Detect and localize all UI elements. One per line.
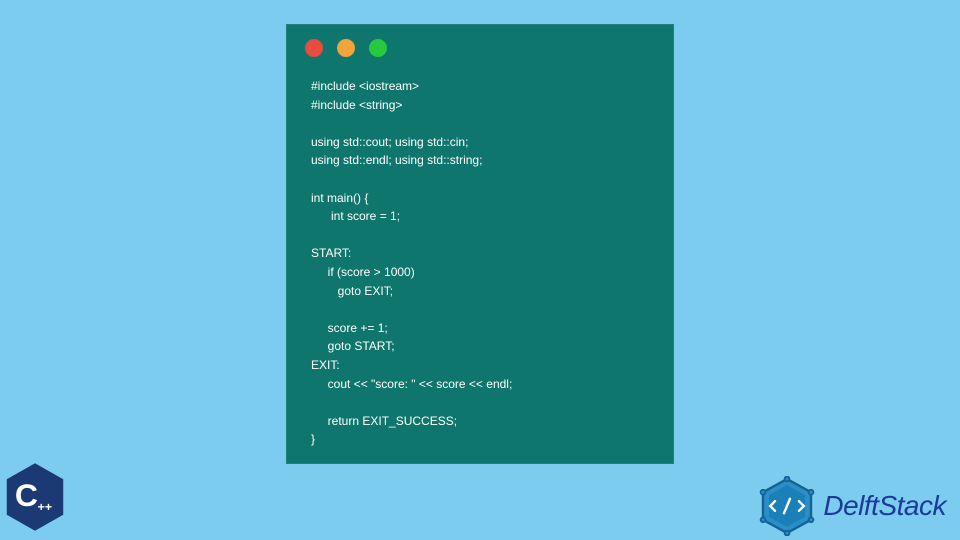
traffic-green-icon [369, 39, 387, 57]
traffic-yellow-icon [337, 39, 355, 57]
traffic-red-icon [305, 39, 323, 57]
delftstack-logo-icon [757, 476, 817, 536]
brand-name: DelftStack [823, 490, 946, 522]
code-block: #include <iostream> #include <string> us… [287, 63, 673, 463]
brand-block: DelftStack [757, 476, 946, 536]
cpp-logo-icon: C ++ [4, 462, 66, 532]
cpp-letter: C [15, 477, 38, 513]
window-traffic-lights [287, 25, 673, 63]
code-window: #include <iostream> #include <string> us… [286, 24, 674, 464]
cpp-plus: ++ [38, 500, 52, 514]
